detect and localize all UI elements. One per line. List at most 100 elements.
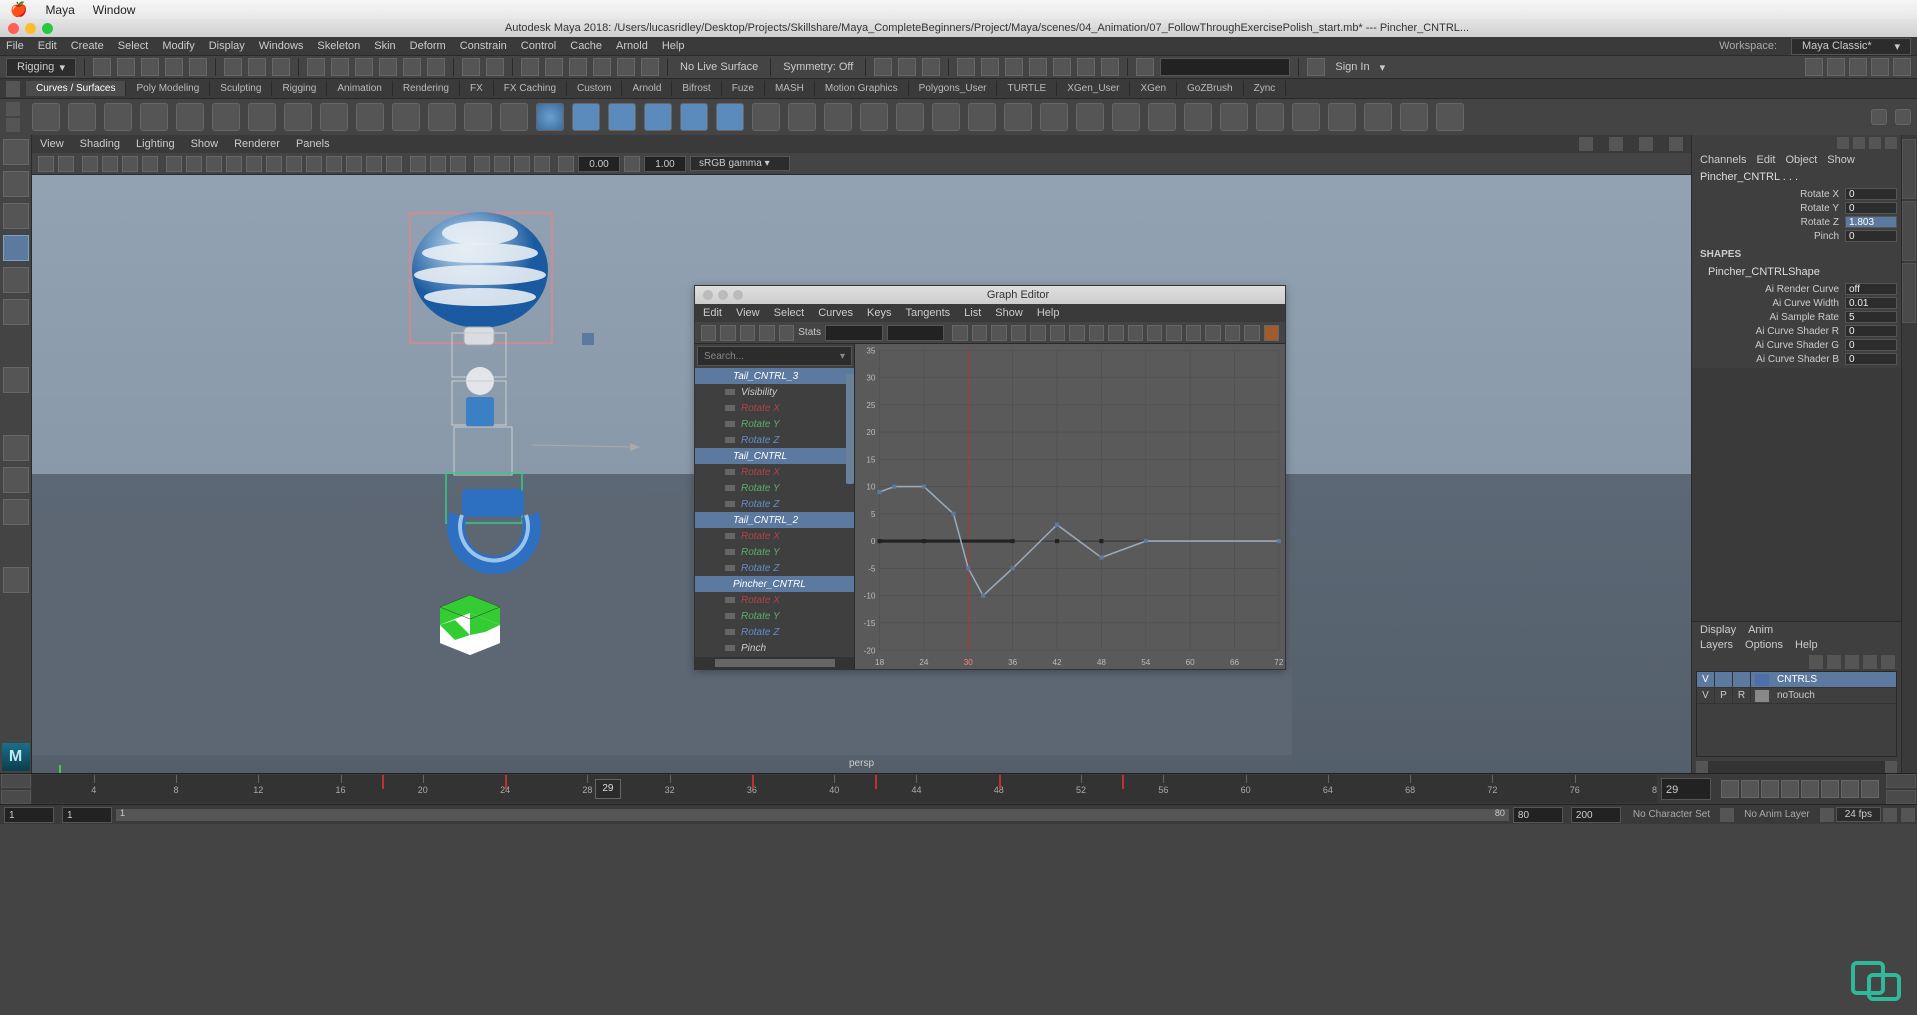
open-scene-icon[interactable]	[117, 58, 135, 76]
ge-node-attr[interactable]: Rotate Z	[695, 432, 854, 448]
ge-stat-frame[interactable]	[825, 325, 883, 341]
ge-free-len-icon[interactable]	[1128, 325, 1143, 341]
nurbs-cone-icon[interactable]	[644, 103, 672, 131]
anim-layer-icon[interactable]	[1820, 808, 1834, 822]
cb-icon4[interactable]	[1885, 137, 1897, 149]
command-input[interactable]	[1160, 58, 1290, 76]
vp-exposure-down-icon[interactable]	[430, 156, 446, 172]
new-scene-icon[interactable]	[93, 58, 111, 76]
ge-unify-icon[interactable]	[1108, 325, 1123, 341]
layer-row[interactable]: VCNTRLS	[1697, 672, 1896, 688]
channel-row[interactable]: Rotate Y0	[1696, 201, 1897, 215]
ge-node-attr[interactable]: Rotate Y	[695, 416, 854, 432]
ge-node-attr[interactable]: Visibility	[695, 384, 854, 400]
shelf-tab[interactable]: FX	[460, 81, 494, 96]
offset-curve-icon[interactable]	[428, 103, 456, 131]
planar-icon[interactable]	[824, 103, 852, 131]
menu-modify[interactable]: Modify	[162, 40, 194, 52]
traffic-min-icon[interactable]	[25, 23, 36, 34]
ge-node-attr[interactable]: Rotate Z	[695, 560, 854, 576]
range-slider[interactable]: 1 80	[116, 809, 1509, 821]
ge-insert-key-icon[interactable]	[720, 325, 735, 341]
ge-tangent-fixed-icon[interactable]	[1069, 325, 1084, 341]
rotate-tool-icon[interactable]	[3, 267, 29, 293]
vp-corner-icon1[interactable]	[1579, 137, 1593, 151]
shelf-scroll-right-icon[interactable]	[1895, 109, 1911, 125]
shelf-edit-icon[interactable]	[6, 102, 20, 116]
ge-titlebar[interactable]: Graph Editor	[695, 286, 1285, 304]
range-inner-end[interactable]: 80	[1513, 807, 1563, 823]
menu-deform[interactable]: Deform	[410, 40, 446, 52]
loft-icon[interactable]	[788, 103, 816, 131]
viewport-canvas[interactable]: persp Graph Editor Edit View Select Curv…	[32, 175, 1691, 773]
dock-tab-modeling[interactable]	[1902, 139, 1916, 199]
shelf-tab[interactable]: Polygons_User	[909, 81, 998, 96]
ge-tangent-spline-icon[interactable]	[952, 325, 967, 341]
ge-menu-view[interactable]: View	[736, 307, 760, 319]
ge-break-icon[interactable]	[1089, 325, 1104, 341]
channel-value[interactable]: 5	[1845, 311, 1897, 323]
shelf-tab[interactable]: Animation	[327, 81, 392, 96]
shelf-tab[interactable]: MASH	[765, 81, 815, 96]
channel-row[interactable]: Ai Sample Rate5	[1696, 310, 1897, 324]
ge-node-header[interactable]: Tail_CNTRL	[695, 448, 854, 464]
shelf-tab[interactable]: Sculpting	[210, 81, 272, 96]
toolkit1-icon[interactable]	[1827, 58, 1845, 76]
ge-search-field[interactable]: Search...▾	[697, 346, 852, 366]
ge-outliner-hscroll[interactable]	[695, 657, 854, 669]
menu-constrain[interactable]: Constrain	[460, 40, 507, 52]
play-fwd-icon[interactable]	[1801, 780, 1819, 798]
live-surface-label[interactable]: No Live Surface	[676, 61, 762, 73]
nurbs-sphere-icon[interactable]	[536, 103, 564, 131]
vp-ao-icon[interactable]	[286, 156, 302, 172]
mac-menu-app[interactable]: Maya	[45, 3, 74, 17]
attach-curve-icon[interactable]	[284, 103, 312, 131]
magnet-icon[interactable]	[486, 58, 504, 76]
layer-hscroll[interactable]	[1692, 761, 1901, 773]
ge-opt1-icon[interactable]	[1225, 325, 1240, 341]
current-frame-field[interactable]: 29	[1661, 778, 1711, 800]
ge-tangent-linear-icon[interactable]	[972, 325, 987, 341]
vp-gamma-value[interactable]: 1.00	[644, 156, 686, 172]
vp-film-icon[interactable]	[102, 156, 118, 172]
vp-bookmark-icon[interactable]	[58, 156, 74, 172]
ge-menu-curves[interactable]: Curves	[818, 307, 853, 319]
vp-exposure-value[interactable]: 0.00	[578, 156, 620, 172]
snap-point-icon[interactable]	[355, 58, 373, 76]
ge-node-attr[interactable]: Rotate Z	[695, 496, 854, 512]
ge-tree-scrollbar[interactable]	[846, 374, 854, 484]
ge-node-header[interactable]: Pincher_CNTRL	[695, 576, 854, 592]
dock-tab-attr[interactable]	[1902, 201, 1916, 261]
ge-node-attr[interactable]: Rotate X	[695, 528, 854, 544]
channel-value[interactable]: 0	[1845, 230, 1897, 242]
vp-misc3-icon[interactable]	[514, 156, 530, 172]
undo-icon[interactable]	[165, 58, 183, 76]
toolkit4-icon[interactable]	[1893, 58, 1911, 76]
go-end-icon[interactable]	[1861, 780, 1879, 798]
dock-tab-tool[interactable]	[1902, 263, 1916, 323]
layer-scroll-left-icon[interactable]	[1696, 761, 1708, 773]
workspace-selector[interactable]: Maya Classic*▾	[1791, 38, 1911, 55]
ge-menu-tangents[interactable]: Tangents	[906, 307, 951, 319]
render-settings-icon[interactable]	[641, 58, 659, 76]
toolkit3-icon[interactable]	[1871, 58, 1889, 76]
history-off-icon[interactable]	[545, 58, 563, 76]
menu-file[interactable]: File	[6, 40, 24, 52]
pencil-curve-icon[interactable]	[140, 103, 168, 131]
ge-node-attr[interactable]: Rotate X	[695, 400, 854, 416]
nurbs-cube-icon[interactable]	[572, 103, 600, 131]
channel-row[interactable]: Rotate X0	[1696, 187, 1897, 201]
cb-icon2[interactable]	[1853, 137, 1865, 149]
vp-menu-show[interactable]: Show	[191, 138, 219, 150]
vp-exposure-icon[interactable]	[410, 156, 426, 172]
redo-icon[interactable]	[189, 58, 207, 76]
lasso-icon[interactable]	[248, 58, 266, 76]
menu-windows[interactable]: Windows	[259, 40, 304, 52]
vp-gate-icon[interactable]	[122, 156, 138, 172]
timeline-audio-icon[interactable]	[1, 774, 31, 788]
nurbs-square-icon[interactable]	[68, 103, 96, 131]
ge-opt2-icon[interactable]	[1244, 325, 1259, 341]
cb-tab-object[interactable]: Object	[1785, 154, 1817, 166]
vp-shadow-icon[interactable]	[266, 156, 282, 172]
menu-select[interactable]: Select	[118, 40, 149, 52]
